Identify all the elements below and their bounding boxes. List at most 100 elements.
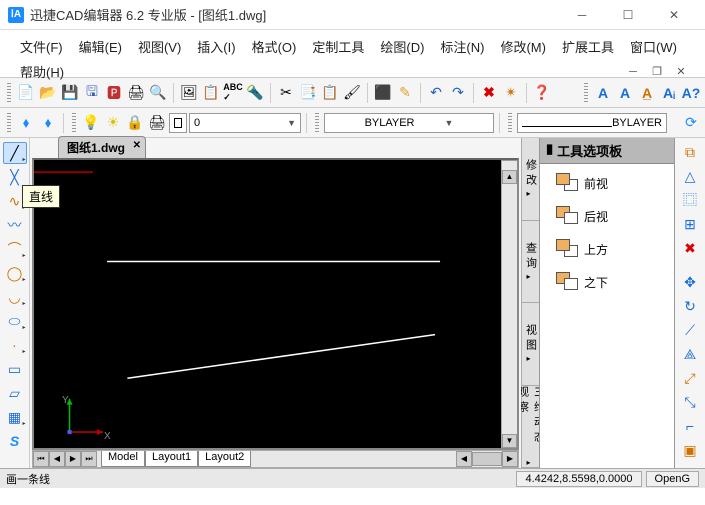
undo-icon[interactable]: ↶ [426, 83, 446, 103]
linetype-combo[interactable]: BYLAYER▼ [324, 113, 494, 133]
find-icon[interactable]: 🖼 [179, 83, 199, 103]
layer-states-icon[interactable]: ⬧ [38, 113, 58, 133]
delete-icon[interactable]: ✖ [680, 238, 700, 258]
vertical-scrollbar[interactable]: ▲ ▼ [501, 160, 517, 448]
redo-icon[interactable]: ↷ [448, 83, 468, 103]
scroll-left-icon[interactable]: ◀ [49, 451, 65, 467]
minimize-button[interactable]: ─ [559, 1, 605, 29]
arc2-tool[interactable]: ◡▸ [3, 286, 27, 308]
layout-tab-model[interactable]: Model [101, 451, 145, 467]
vtab-modify[interactable]: 修改▸ [522, 138, 539, 221]
text-find-icon[interactable]: A? [681, 83, 701, 103]
layer-lock-icon[interactable]: 🔒 [125, 113, 145, 133]
color-combo[interactable] [169, 113, 187, 133]
stretch-icon[interactable]: ⤡ [680, 392, 700, 412]
scroll-right-icon[interactable]: ▶ [65, 451, 81, 467]
pdf-icon[interactable]: 🅿 [104, 83, 124, 103]
offset-icon[interactable]: ⿴ [680, 190, 700, 210]
menu-dimension[interactable]: 标注(N) [432, 34, 492, 59]
doc-tab-active[interactable]: 图纸1.dwg ✕ [58, 136, 146, 158]
point-tool[interactable]: ∙▸ [3, 334, 27, 356]
vtab-view[interactable]: 视图▸ [522, 303, 539, 386]
audit-icon[interactable]: 🔦 [245, 83, 265, 103]
palette-item-back[interactable]: 后视 [546, 203, 668, 236]
move-icon[interactable]: ✥ [680, 272, 700, 292]
hscroll-left-icon[interactable]: ◀ [456, 451, 472, 467]
delete-x-icon[interactable]: ✖ [479, 83, 499, 103]
refresh-icon[interactable]: ⟳ [681, 113, 701, 133]
layer-bulb-icon[interactable]: 💡 [81, 113, 101, 133]
text-edit-icon[interactable]: Aᵢ [659, 83, 679, 103]
trim-icon[interactable]: ⟋ [680, 320, 700, 340]
match-prop-icon[interactable]: 🖌 [342, 83, 362, 103]
cut-icon[interactable]: ✂ [276, 83, 296, 103]
layer-sun-icon[interactable]: ☀ [103, 113, 123, 133]
close-button[interactable]: ✕ [651, 1, 697, 29]
hscroll-right-icon[interactable]: ▶ [502, 451, 518, 467]
menu-file[interactable]: 文件(F) [12, 34, 71, 59]
layout-tab-1[interactable]: Layout1 [145, 451, 198, 467]
print-preview-icon[interactable]: 🔍 [148, 83, 168, 103]
polygon-tool[interactable]: ▱ [3, 382, 27, 404]
page-setup-icon[interactable]: 📋 [201, 83, 221, 103]
menu-extend-tools[interactable]: 扩展工具 [554, 34, 622, 59]
layer-print-icon[interactable]: 🖨 [147, 113, 167, 133]
fillet-icon[interactable]: ⌐ [680, 416, 700, 436]
region-tool[interactable]: S [3, 430, 27, 452]
menu-help[interactable]: 帮助(H) [12, 59, 72, 84]
mirror2-icon[interactable]: ⟁ [680, 344, 700, 364]
spellcheck-icon[interactable]: ABC✓ [223, 83, 243, 103]
rotate-icon[interactable]: ↻ [680, 296, 700, 316]
layer-combo[interactable]: 0▼ [189, 113, 301, 133]
scale-icon[interactable]: ⤢ [680, 368, 700, 388]
maximize-button[interactable]: ☐ [605, 1, 651, 29]
close-tab-icon[interactable]: ✕ [133, 140, 141, 151]
text-style-icon[interactable]: A̲ [637, 83, 657, 103]
palette-item-bottom[interactable]: 之下 [546, 269, 668, 302]
palette-item-front[interactable]: 前视 [546, 170, 668, 203]
toolbar-grip[interactable] [72, 113, 76, 133]
lineweight-combo[interactable]: BYLAYER [517, 113, 667, 133]
text-a-icon[interactable]: A [593, 83, 613, 103]
circle-tool[interactable]: ◯▸ [3, 262, 27, 284]
oops-icon[interactable]: ✎ [395, 83, 415, 103]
mdi-minimize-button[interactable]: ─ [621, 63, 645, 81]
scroll-last-icon[interactable]: ⏭ [81, 451, 97, 467]
layout-tab-2[interactable]: Layout2 [198, 451, 251, 467]
block-icon[interactable]: ▣ [680, 440, 700, 460]
menu-custom-tools[interactable]: 定制工具 [304, 34, 372, 59]
print-icon[interactable]: 🖨 [126, 83, 146, 103]
vtab-3dorbit[interactable]: 三维动态观察▸ [522, 386, 539, 469]
palette-item-top[interactable]: 上方 [546, 236, 668, 269]
menu-view[interactable]: 视图(V) [130, 34, 189, 59]
text-a2-icon[interactable]: A [615, 83, 635, 103]
toolbar-grip[interactable] [584, 83, 588, 103]
menu-edit[interactable]: 编辑(E) [71, 34, 130, 59]
line-tool[interactable]: ╱▸ [3, 142, 27, 164]
array-icon[interactable]: ⊞ [680, 214, 700, 234]
erase-icon[interactable]: ⬛ [373, 83, 393, 103]
mdi-restore-button[interactable]: ❐ [645, 63, 669, 81]
help-icon[interactable]: ❓ [532, 83, 552, 103]
arc-tool[interactable]: ⌒▸ [3, 238, 27, 260]
explode-icon[interactable]: ✴ [501, 83, 521, 103]
menu-insert[interactable]: 插入(I) [189, 34, 243, 59]
save-icon[interactable]: 💾 [60, 83, 80, 103]
toolbar-grip[interactable] [508, 113, 512, 133]
menu-format[interactable]: 格式(O) [244, 34, 305, 59]
open-icon[interactable]: 📂 [38, 83, 58, 103]
vtab-query[interactable]: 查询▸ [522, 221, 539, 304]
layer-manager-icon[interactable]: ⬧ [16, 113, 36, 133]
menu-draw[interactable]: 绘图(D) [372, 34, 432, 59]
paste-icon[interactable]: 📋 [320, 83, 340, 103]
palette-header[interactable]: ▮工具选项板 [540, 138, 674, 164]
rectangle-tool[interactable]: ▭ [3, 358, 27, 380]
copy-icon[interactable]: 📑 [298, 83, 318, 103]
copy-obj-icon[interactable]: ⧉ [680, 142, 700, 162]
hatch-tool[interactable]: ▦▸ [3, 406, 27, 428]
mdi-close-button[interactable]: ✕ [669, 63, 693, 81]
toolbar-grip[interactable] [7, 83, 11, 103]
menu-window[interactable]: 窗口(W) [622, 34, 685, 59]
menu-modify[interactable]: 修改(M) [492, 34, 554, 59]
scroll-first-icon[interactable]: ⏮ [33, 451, 49, 467]
